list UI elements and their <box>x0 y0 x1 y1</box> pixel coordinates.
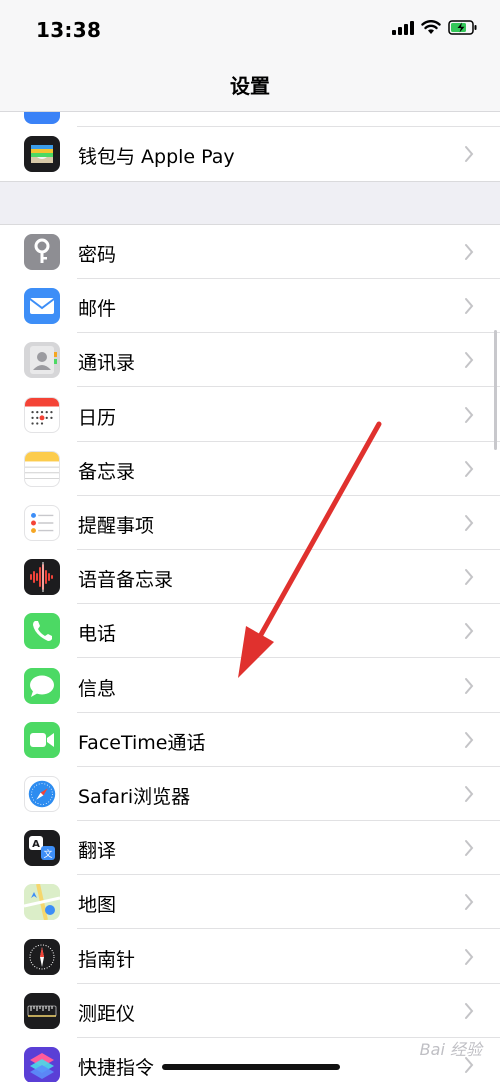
reminders-icon <box>24 505 60 541</box>
chevron-right-icon <box>465 298 474 314</box>
messages-icon <box>24 668 60 704</box>
measure-icon <box>24 993 60 1029</box>
compass-icon <box>24 939 60 975</box>
status-time: 13:38 <box>36 18 102 42</box>
chevron-right-icon <box>465 949 474 965</box>
chevron-right-icon <box>465 352 474 368</box>
settings-item-label: 信息 <box>78 678 117 700</box>
section-gap <box>0 181 500 225</box>
top-bar: 13:38 设置 <box>0 0 500 112</box>
settings-item-phone[interactable]: 电话 <box>0 604 500 658</box>
chevron-right-icon <box>465 1003 474 1019</box>
safari-icon <box>24 776 60 812</box>
contacts-icon <box>24 342 60 378</box>
svg-text:文: 文 <box>43 848 52 860</box>
settings-item-maps[interactable]: 地图 <box>0 875 500 929</box>
voice-memos-icon <box>24 559 60 595</box>
chevron-right-icon <box>465 407 474 423</box>
settings-item-reminders[interactable]: 提醒事项 <box>0 496 500 550</box>
key-icon <box>24 234 60 270</box>
settings-item-voice-memos[interactable]: 语音备忘录 <box>0 550 500 604</box>
chevron-right-icon <box>465 569 474 585</box>
settings-item-label: 钱包与 Apple Pay <box>78 146 235 168</box>
settings-item-label: FaceTime通话 <box>78 732 206 754</box>
settings-item-compass[interactable]: 指南针 <box>0 930 500 984</box>
settings-item-safari[interactable]: Safari浏览器 <box>0 767 500 821</box>
maps-icon <box>24 884 60 920</box>
settings-item-label: 密码 <box>78 244 117 266</box>
settings-item-label: 日历 <box>78 407 117 429</box>
settings-item-label: 备忘录 <box>78 461 136 483</box>
chevron-right-icon <box>465 732 474 748</box>
facetime-icon <box>24 722 60 758</box>
chevron-right-icon <box>465 623 474 639</box>
chevron-right-icon <box>465 894 474 910</box>
settings-item-facetime[interactable]: FaceTime通话 <box>0 713 500 767</box>
cellular-signal-icon <box>392 20 414 39</box>
settings-item-label: 快捷指令 <box>78 1057 155 1079</box>
settings-screen: 13:38 设置 钱包与 Apple Pay 密码 邮件 通讯录 日历 备忘录 … <box>0 0 500 1082</box>
settings-item-label: 地图 <box>78 894 117 916</box>
settings-item-label: 测距仪 <box>78 1003 136 1025</box>
divider <box>77 928 500 929</box>
scroll-indicator[interactable] <box>494 330 497 450</box>
settings-item-translate[interactable]: A 文翻译 <box>0 821 500 875</box>
settings-item-key[interactable]: 密码 <box>0 225 500 279</box>
chevron-right-icon <box>465 146 474 162</box>
mail-icon <box>24 288 60 324</box>
wifi-icon <box>421 20 441 39</box>
settings-item-label: 电话 <box>78 623 117 645</box>
settings-item-label: 语音备忘录 <box>78 569 174 591</box>
settings-item-label: 通讯录 <box>78 352 136 374</box>
settings-item-label: 邮件 <box>78 298 117 320</box>
calendar-icon <box>24 397 60 433</box>
settings-item-measure[interactable]: 测距仪 <box>0 984 500 1038</box>
settings-item-mail[interactable]: 邮件 <box>0 279 500 333</box>
chevron-right-icon <box>465 786 474 802</box>
settings-item-notes[interactable]: 备忘录 <box>0 442 500 496</box>
status-icons <box>392 20 478 39</box>
settings-item-label: 指南针 <box>78 949 136 971</box>
chevron-right-icon <box>465 244 474 260</box>
chevron-right-icon <box>465 678 474 694</box>
page-title: 设置 <box>230 74 270 98</box>
battery-charging-icon <box>448 20 478 39</box>
settings-item-label: 提醒事项 <box>78 515 155 537</box>
divider <box>77 386 500 387</box>
settings-item-wallet[interactable]: 钱包与 Apple Pay <box>0 127 500 181</box>
settings-item-label: 翻译 <box>78 840 117 862</box>
phone-icon <box>24 613 60 649</box>
chevron-right-icon <box>465 840 474 856</box>
chevron-right-icon <box>465 515 474 531</box>
shortcuts-icon <box>24 1047 60 1082</box>
divider <box>77 657 500 658</box>
settings-item-calendar[interactable]: 日历 <box>0 388 500 442</box>
settings-item-contacts[interactable]: 通讯录 <box>0 333 500 387</box>
translate-icon: A文 <box>24 830 60 866</box>
svg-text:A: A <box>32 839 40 850</box>
home-indicator[interactable] <box>162 1064 340 1070</box>
settings-item-label: Safari浏览器 <box>78 786 191 808</box>
watermark: Bai 经验 <box>419 1040 482 1059</box>
notes-icon <box>24 451 60 487</box>
chevron-right-icon <box>465 461 474 477</box>
wallet-icon <box>24 136 60 172</box>
settings-item-messages[interactable]: 信息 <box>0 659 500 713</box>
